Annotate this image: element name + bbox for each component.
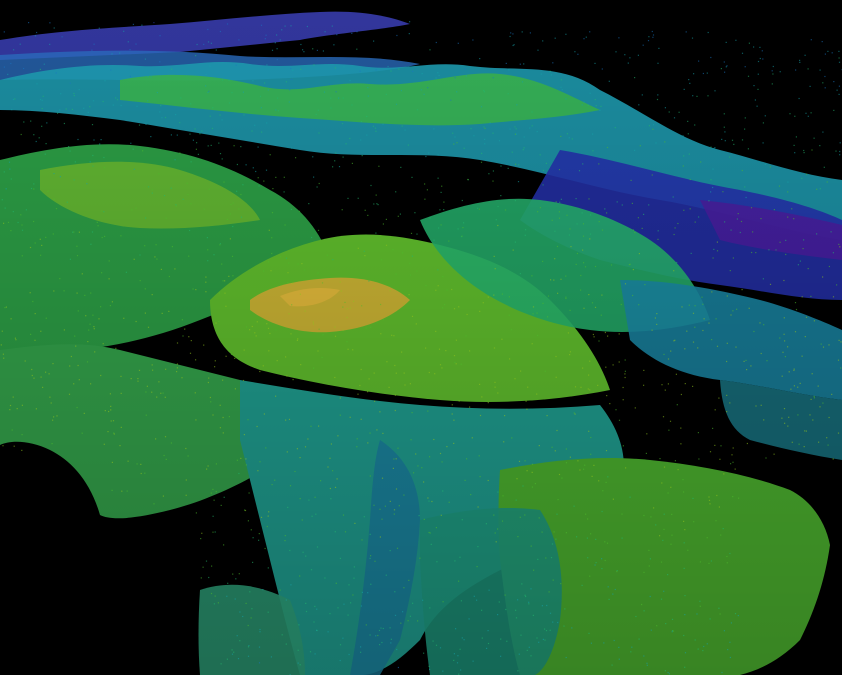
terrain-viewport[interactable]: [0, 0, 842, 675]
terrain-point-cloud: [0, 0, 842, 675]
